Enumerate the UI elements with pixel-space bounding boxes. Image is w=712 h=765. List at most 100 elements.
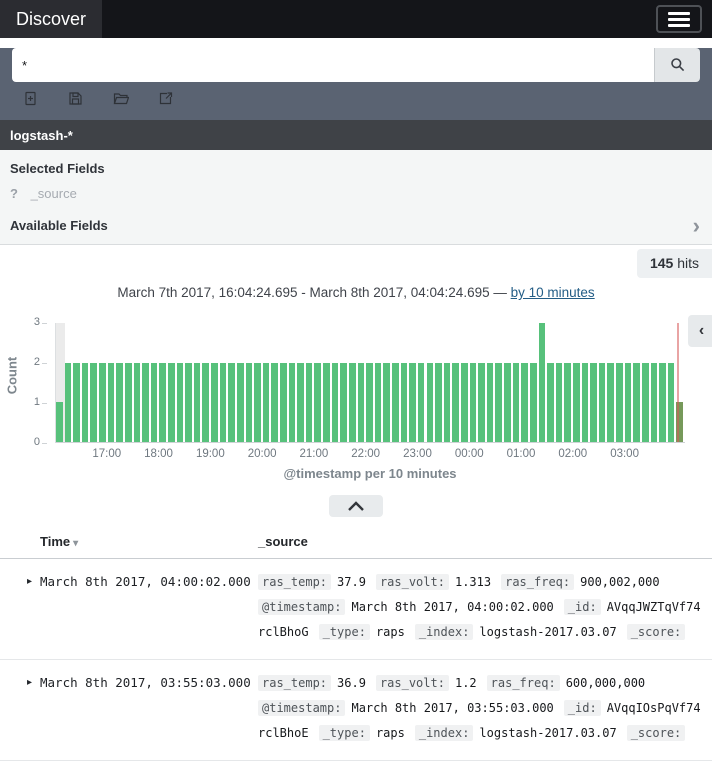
histogram-bar[interactable] — [547, 362, 554, 442]
histogram-bar[interactable] — [142, 362, 149, 442]
histogram-bar[interactable] — [366, 362, 373, 442]
open-search-icon[interactable] — [113, 90, 129, 106]
histogram-bar[interactable] — [133, 362, 141, 442]
histogram-bar[interactable] — [219, 362, 227, 442]
histogram-bar[interactable] — [374, 362, 382, 442]
save-search-icon[interactable] — [68, 90, 84, 106]
histogram-bar[interactable] — [305, 362, 313, 442]
search-icon — [670, 57, 686, 73]
histogram-bar[interactable] — [659, 362, 666, 442]
histogram-bar[interactable] — [521, 362, 528, 442]
field-label: _index: — [414, 624, 474, 640]
histogram-bar[interactable] — [478, 362, 485, 442]
histogram-bar[interactable] — [512, 362, 520, 442]
histogram-bar[interactable] — [383, 362, 391, 442]
field-value: March 8th 2017, 03:55:03.000 — [351, 701, 554, 715]
histogram-bar[interactable] — [460, 362, 468, 442]
histogram-bar[interactable] — [624, 362, 632, 442]
histogram-bar[interactable] — [400, 362, 408, 442]
histogram-bar[interactable] — [417, 362, 425, 442]
histogram-bar[interactable] — [323, 362, 330, 442]
histogram-bar[interactable] — [159, 362, 166, 442]
histogram-bar[interactable] — [193, 362, 201, 442]
histogram-bar[interactable] — [228, 362, 235, 442]
histogram-bar[interactable] — [81, 362, 89, 442]
histogram-bar[interactable] — [564, 362, 571, 442]
histogram-bar[interactable] — [211, 362, 218, 442]
x-tick-label: 21:00 — [299, 448, 329, 460]
histogram-bar[interactable] — [409, 362, 416, 442]
histogram-bar[interactable] — [426, 362, 434, 442]
histogram-bar[interactable] — [236, 362, 244, 442]
field-item-source[interactable]: ? _source — [0, 183, 712, 209]
histogram-bar[interactable] — [150, 362, 158, 442]
histogram-bar[interactable] — [107, 362, 115, 442]
histogram-bar[interactable] — [99, 362, 106, 442]
histogram-bar[interactable] — [340, 362, 347, 442]
app-title-tab[interactable]: Discover — [0, 0, 103, 38]
histogram-bar[interactable] — [581, 362, 589, 442]
histogram-bar[interactable] — [469, 362, 477, 442]
histogram-bar[interactable] — [443, 362, 451, 442]
histogram-bar[interactable] — [667, 362, 675, 442]
page-title: Discover — [16, 8, 87, 29]
collapse-chart-left-button[interactable]: ‹ — [688, 315, 712, 347]
histogram-bar[interactable] — [598, 362, 606, 442]
collapse-histogram-button[interactable] — [329, 495, 383, 517]
histogram-bar[interactable] — [357, 362, 365, 442]
search-button[interactable] — [654, 48, 700, 82]
hamburger-icon — [668, 17, 690, 21]
histogram-bar[interactable] — [555, 362, 563, 442]
expand-row-caret-icon[interactable]: ▸ — [0, 671, 40, 746]
histogram-bar[interactable] — [168, 362, 175, 442]
histogram-plot[interactable] — [55, 323, 685, 443]
index-pattern-selector[interactable]: logstash-* — [0, 120, 712, 150]
histogram-bar[interactable] — [331, 362, 339, 442]
histogram-bar[interactable] — [116, 362, 123, 442]
current-time-marker — [676, 323, 680, 442]
histogram-bar[interactable] — [392, 362, 399, 442]
histogram-bar[interactable] — [124, 362, 132, 442]
y-axis: 0 1 2 3 — [0, 310, 55, 460]
histogram-bar[interactable] — [314, 362, 322, 442]
histogram-bar[interactable] — [56, 402, 63, 442]
hamburger-menu-button[interactable] — [656, 5, 702, 33]
histogram-bar[interactable] — [633, 362, 640, 442]
histogram-bar[interactable] — [297, 362, 304, 442]
histogram-bar[interactable] — [271, 362, 279, 442]
expand-row-caret-icon[interactable]: ▸ — [0, 570, 40, 645]
histogram-bar[interactable] — [495, 362, 503, 442]
histogram-bar[interactable] — [590, 362, 597, 442]
histogram-bar[interactable] — [90, 362, 98, 442]
histogram-bar[interactable] — [245, 362, 253, 442]
histogram-bar[interactable] — [202, 362, 210, 442]
histogram-bar[interactable] — [348, 362, 356, 442]
histogram-bar[interactable] — [176, 362, 184, 442]
histogram-bar[interactable] — [616, 362, 623, 442]
histogram-bar[interactable] — [435, 362, 442, 442]
histogram-bar[interactable] — [572, 362, 580, 442]
interval-link[interactable]: by 10 minutes — [511, 285, 595, 300]
histogram-bar[interactable] — [486, 362, 494, 442]
histogram-bar[interactable] — [73, 362, 80, 442]
share-icon[interactable] — [158, 90, 174, 106]
histogram-bar[interactable] — [504, 362, 511, 442]
x-tick-label: 19:00 — [195, 448, 225, 460]
histogram-bar[interactable] — [607, 362, 615, 442]
histogram-bar[interactable] — [185, 362, 192, 442]
histogram-bar[interactable] — [641, 362, 649, 442]
column-header-time[interactable]: Time ▾ — [40, 534, 258, 549]
histogram-bar[interactable] — [650, 362, 658, 442]
histogram-bar[interactable] — [529, 362, 537, 442]
histogram-bar[interactable] — [280, 362, 287, 442]
search-input[interactable] — [12, 48, 654, 82]
histogram-bar[interactable] — [262, 362, 270, 442]
new-search-icon[interactable] — [23, 90, 39, 106]
histogram-bar[interactable] — [538, 323, 546, 442]
histogram-bar[interactable] — [254, 362, 261, 442]
histogram-bar[interactable] — [64, 362, 72, 442]
collapse-sidebar-icon[interactable]: › — [693, 214, 702, 236]
time-range-bar: March 7th 2017, 16:04:24.695 - March 8th… — [0, 245, 712, 300]
histogram-bar[interactable] — [288, 362, 296, 442]
histogram-bar[interactable] — [452, 362, 459, 442]
